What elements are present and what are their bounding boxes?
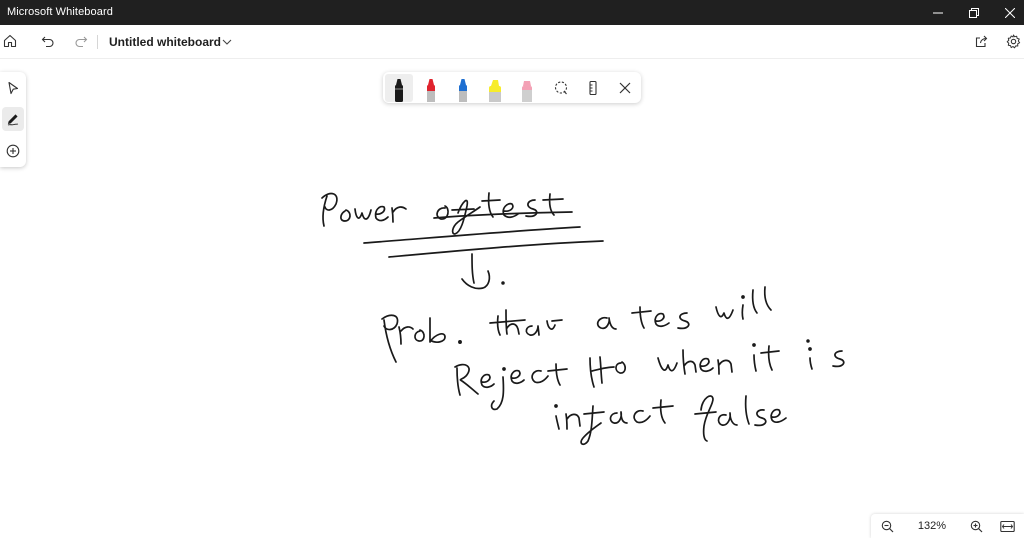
zoom-in-button[interactable]: [967, 518, 985, 534]
home-icon: [3, 34, 17, 48]
command-bar: Untitled whiteboard: [0, 25, 1024, 59]
chevron-down-icon[interactable]: [220, 35, 234, 49]
close-window-icon: [1005, 7, 1015, 18]
divider: [97, 35, 98, 49]
restore-button[interactable]: [957, 0, 991, 25]
zoom-in-icon: [970, 520, 982, 532]
redo-icon: [75, 36, 88, 48]
zoom-out-icon: [881, 520, 893, 532]
whiteboard-canvas[interactable]: [0, 58, 1024, 538]
zoom-out-button[interactable]: [878, 518, 896, 534]
fit-to-screen-icon: [999, 520, 1015, 532]
minimize-button[interactable]: [921, 0, 955, 25]
redo-button[interactable]: [71, 31, 91, 51]
settings-icon: [1006, 34, 1020, 48]
zoom-controls: 132%: [871, 514, 1024, 538]
undo-button[interactable]: [38, 31, 58, 51]
title-bar: Microsoft Whiteboard: [0, 0, 1024, 25]
settings-button[interactable]: [1003, 31, 1023, 51]
minimize-icon: [933, 12, 943, 13]
close-window-button[interactable]: [993, 0, 1024, 25]
restore-icon: [969, 7, 979, 18]
fit-to-screen-button[interactable]: [998, 518, 1016, 534]
undo-icon: [41, 36, 54, 48]
share-icon: [975, 35, 987, 47]
handwritten-ink: [321, 192, 845, 446]
app-title: Microsoft Whiteboard: [7, 6, 113, 18]
zoom-level: 132%: [917, 520, 947, 532]
share-button[interactable]: [971, 31, 991, 51]
home-button[interactable]: [0, 31, 20, 51]
document-title[interactable]: Untitled whiteboard: [109, 35, 221, 49]
